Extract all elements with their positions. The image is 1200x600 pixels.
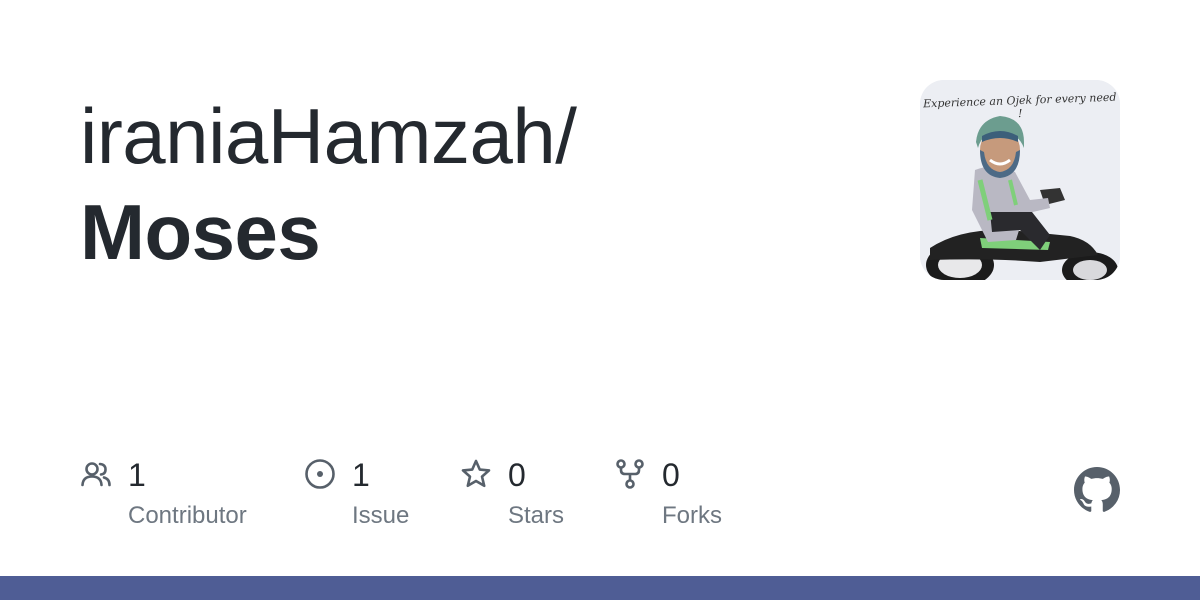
repo-title: iraniaHamzah/ Moses bbox=[80, 88, 880, 280]
github-icon[interactable] bbox=[1074, 467, 1120, 513]
stat-value: 0 bbox=[662, 457, 680, 493]
stat-label: Contributor bbox=[128, 502, 247, 529]
stat-value: 1 bbox=[352, 457, 370, 493]
issue-icon bbox=[305, 459, 335, 489]
repo-owner: iraniaHamzah/ bbox=[80, 92, 577, 180]
repo-name: Moses bbox=[80, 188, 321, 276]
stat-label: Forks bbox=[662, 502, 722, 529]
stat-label: Stars bbox=[508, 502, 565, 529]
owner-avatar: Experience an Ojek for every need ! bbox=[920, 80, 1120, 280]
stat-label: Issue bbox=[352, 502, 410, 529]
star-icon bbox=[461, 459, 491, 488]
stat-value: 0 bbox=[508, 457, 526, 493]
people-icon bbox=[81, 462, 111, 487]
language-color-bar bbox=[0, 576, 1200, 600]
fork-icon bbox=[616, 459, 644, 489]
repo-stats: 1 Contributor 1 Issue 0 Stars 0 Forks bbox=[80, 456, 840, 536]
stat-value: 1 bbox=[128, 457, 146, 493]
